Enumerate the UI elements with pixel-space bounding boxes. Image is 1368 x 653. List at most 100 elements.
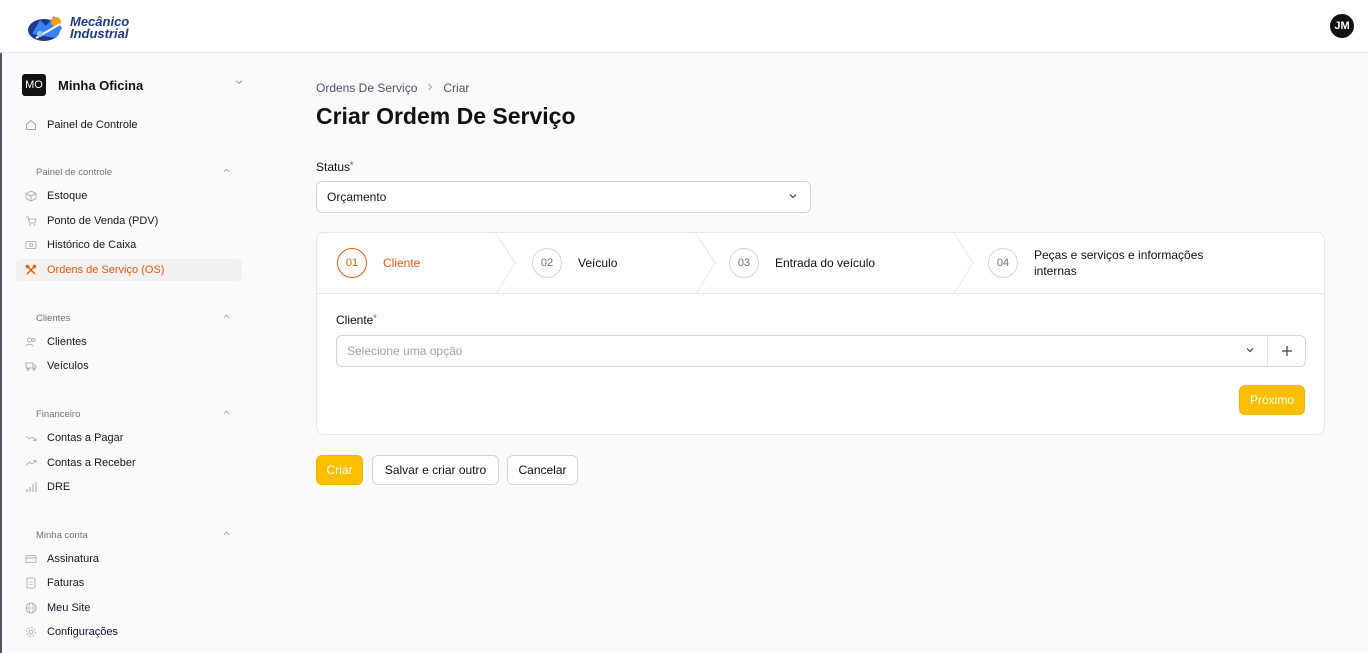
step-veiculo[interactable]: 02 Veículo [532, 233, 617, 293]
status-value: Orçamento [327, 190, 387, 204]
plus-icon [1281, 346, 1292, 356]
trend-down-icon [24, 431, 38, 445]
sidebar-item-faturas[interactable]: Faturas [16, 572, 242, 594]
step-label-line-2: internas [1034, 264, 1077, 278]
chevron-down-icon [1245, 345, 1255, 358]
required-asterisk: * [350, 160, 354, 170]
bar-chart-icon [24, 480, 38, 494]
step-divider-icon [953, 233, 974, 294]
chevron-up-icon[interactable] [222, 408, 231, 419]
step-pecas[interactable]: 04 Peças e serviços e informações intern… [988, 233, 1203, 293]
step-label: Cliente [383, 256, 421, 270]
sidebar-item-label: Meu Site [47, 602, 91, 614]
tenant-switcher[interactable]: MO Minha Oficina [22, 73, 244, 97]
sidebar-item-assinatura[interactable]: Assinatura [16, 548, 242, 570]
wizard-steps: 01 Cliente 02 Veículo 03 Entrada do veíc… [317, 233, 1324, 294]
section-label-painel: Painel de controle [36, 167, 113, 178]
breadcrumb-ordens[interactable]: Ordens De Serviço [316, 81, 417, 95]
status-label: Status* [316, 160, 354, 174]
tenant-name: Minha Oficina [58, 77, 144, 93]
cube-icon [24, 189, 38, 203]
cash-icon [24, 238, 38, 252]
step-label: Peças e serviços e informações internas [1034, 247, 1203, 279]
sidebar-item-label: Faturas [47, 577, 85, 589]
step-number: 04 [988, 248, 1018, 278]
brand-logo[interactable]: Mecânico Industrial [26, 11, 136, 45]
users-icon [24, 335, 38, 349]
add-cliente-button[interactable] [1267, 336, 1305, 366]
sidebar-item-configuracoes[interactable]: Configurações [16, 621, 242, 643]
sidebar-item-clientes[interactable]: Clientes [16, 331, 242, 353]
tools-icon [24, 263, 38, 277]
step-number: 03 [729, 248, 759, 278]
chevron-right-icon [425, 81, 435, 95]
sidebar-item-historico[interactable]: Histórico de Caixa [16, 234, 242, 256]
sidebar-item-label: Contas a Pagar [47, 432, 124, 444]
status-label-text: Status [316, 160, 351, 174]
sidebar-item-label: DRE [47, 481, 71, 493]
save-and-new-button[interactable]: Salvar e criar outro [372, 455, 499, 485]
gear-icon [24, 625, 38, 639]
sidebar-item-painel[interactable]: Painel de Controle [16, 114, 242, 136]
sidebar-item-contas-receber[interactable]: Contas a Receber [16, 452, 242, 474]
sidebar-item-ordens[interactable]: Ordens de Serviço (OS) [16, 259, 242, 281]
wizard-card: 01 Cliente 02 Veículo 03 Entrada do veíc… [316, 232, 1325, 435]
sidebar-item-label: Configurações [47, 626, 118, 638]
sidebar: MO Minha Oficina Painel de Controle Pain… [2, 54, 256, 653]
step-number: 01 [337, 248, 367, 278]
required-asterisk: * [373, 313, 377, 323]
step-label: Entrada do veículo [775, 256, 876, 270]
chevron-up-icon[interactable] [222, 312, 231, 323]
user-avatar[interactable]: JM [1330, 14, 1354, 38]
chevron-up-icon[interactable] [222, 166, 231, 177]
cart-icon [24, 214, 38, 228]
chevron-down-icon [788, 191, 798, 204]
status-select[interactable]: Orçamento [316, 181, 811, 213]
sidebar-item-label: Ordens de Serviço (OS) [47, 264, 165, 276]
trend-up-icon [24, 456, 38, 470]
truck-icon [24, 359, 38, 373]
sidebar-item-estoque[interactable]: Estoque [16, 185, 242, 207]
document-icon [24, 576, 38, 590]
sidebar-item-label: Assinatura [47, 553, 99, 565]
credit-card-icon [24, 552, 38, 566]
step-cliente[interactable]: 01 Cliente [337, 233, 420, 293]
step-label: Veículo [578, 256, 618, 270]
tenant-badge: MO [22, 74, 46, 96]
step-divider-icon [695, 233, 716, 294]
globe-icon [24, 601, 38, 615]
cancel-button[interactable]: Cancelar [507, 455, 578, 485]
sidebar-item-label: Contas a Receber [47, 457, 136, 469]
logo-line-2: Industrial [70, 26, 129, 41]
sidebar-item-label: Painel de Controle [47, 119, 138, 131]
step-label-line-1: Peças e serviços e informações [1034, 248, 1204, 262]
sidebar-item-contas-pagar[interactable]: Contas a Pagar [16, 427, 242, 449]
cliente-placeholder: Selecione uma opção [347, 344, 463, 358]
section-label-clientes: Clientes [36, 313, 71, 324]
breadcrumb-criar: Criar [443, 81, 470, 95]
page-title: Criar Ordem De Serviço [316, 103, 576, 129]
sidebar-item-label: Ponto de Venda (PDV) [47, 215, 159, 227]
logo-mark-icon [26, 12, 68, 44]
section-label-minha-conta: Minha conta [36, 530, 88, 541]
home-icon [24, 118, 38, 132]
create-button[interactable]: Criar [316, 455, 363, 485]
step-entrada[interactable]: 03 Entrada do veículo [729, 233, 875, 293]
sidebar-item-label: Veículos [47, 360, 89, 372]
chevron-down-icon [234, 77, 244, 90]
sidebar-item-label: Histórico de Caixa [47, 239, 137, 251]
sidebar-item-pdv[interactable]: Ponto de Venda (PDV) [16, 210, 242, 232]
cliente-select[interactable]: Selecione uma opção [336, 335, 1306, 367]
sidebar-item-dre[interactable]: DRE [16, 476, 242, 498]
logo-wordmark: Mecânico Industrial [70, 15, 129, 41]
next-button[interactable]: Próximo [1239, 385, 1305, 415]
sidebar-item-veiculos[interactable]: Veículos [16, 355, 242, 377]
sidebar-item-label: Estoque [47, 190, 88, 202]
sidebar-item-meu-site[interactable]: Meu Site [16, 597, 242, 619]
step-divider-icon [495, 233, 516, 294]
breadcrumb: Ordens De Serviço Criar [316, 81, 469, 95]
top-bar: Mecânico Industrial JM [0, 0, 1368, 53]
chevron-up-icon[interactable] [222, 529, 231, 540]
cliente-label-text: Cliente [336, 313, 374, 327]
sidebar-item-label: Clientes [47, 336, 87, 348]
